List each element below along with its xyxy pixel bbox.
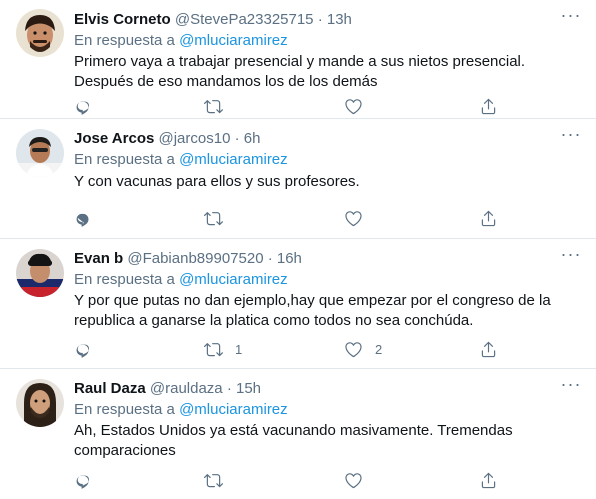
mention-link[interactable]: @mluciaramirez xyxy=(179,271,288,288)
tweet[interactable]: Elvis Corneto @StevePa23325715 · 13h ···… xyxy=(0,0,596,119)
replying-to-label: En respuesta a xyxy=(74,151,175,168)
like-button[interactable] xyxy=(344,208,375,228)
timestamp[interactable]: 6h xyxy=(244,130,261,147)
display-name[interactable]: Raul Daza xyxy=(74,380,146,397)
more-options-icon[interactable]: ··· xyxy=(560,375,582,399)
mention-link[interactable]: @mluciaramirez xyxy=(179,32,288,49)
avatar[interactable] xyxy=(16,9,64,57)
user-handle[interactable]: @jarcos10 xyxy=(159,130,231,147)
more-options-icon[interactable]: ··· xyxy=(560,125,582,149)
share-button[interactable] xyxy=(479,208,498,228)
share-icon xyxy=(481,341,496,357)
replying-to: En respuesta a @mluciaramirez xyxy=(74,270,288,290)
like-count: 2 xyxy=(375,341,383,357)
retweet-icon xyxy=(204,342,223,356)
reply-button[interactable] xyxy=(74,208,93,228)
replying-to: En respuesta a @mluciaramirez xyxy=(74,150,288,170)
tweet-text: Y con vacunas para ellos y sus profesore… xyxy=(74,173,360,190)
tweet-header: Evan b @Fabianb89907520 · 16h xyxy=(74,249,556,269)
display-name[interactable]: Elvis Corneto xyxy=(74,11,171,28)
timestamp[interactable]: 16h xyxy=(277,250,302,267)
more-options-icon[interactable]: ··· xyxy=(560,245,582,269)
retweet-icon xyxy=(204,473,223,487)
retweet-button[interactable] xyxy=(204,96,235,116)
heart-icon xyxy=(345,472,362,488)
replying-to: En respuesta a @mluciaramirez xyxy=(74,400,288,420)
tweet-actions xyxy=(74,208,504,228)
share-button[interactable] xyxy=(479,339,498,359)
replying-to-label: En respuesta a xyxy=(74,32,175,49)
user-handle[interactable]: @rauldaza xyxy=(150,380,223,397)
tweet-text: Primero vaya a trabajar presencial y man… xyxy=(74,53,526,90)
tweet[interactable]: Evan b @Fabianb89907520 · 16h ··· En res… xyxy=(0,239,596,369)
separator-dot: · xyxy=(234,130,240,147)
more-options-icon[interactable]: ··· xyxy=(560,6,582,30)
share-icon xyxy=(481,98,496,114)
reply-button[interactable] xyxy=(74,339,93,359)
like-button[interactable] xyxy=(344,96,375,116)
tweet[interactable]: Raul Daza @rauldaza · 15h ··· En respues… xyxy=(0,369,596,499)
reply-button[interactable] xyxy=(74,470,93,490)
timestamp[interactable]: 13h xyxy=(327,11,352,28)
tweet-text: Ah, Estados Unidos ya está vacunando mas… xyxy=(74,422,513,459)
retweet-button[interactable] xyxy=(204,470,235,490)
tweet-header: Jose Arcos @jarcos10 · 6h xyxy=(74,129,556,149)
share-button[interactable] xyxy=(479,470,498,490)
tweet[interactable]: Jose Arcos @jarcos10 · 6h ··· En respues… xyxy=(0,119,596,239)
separator-dot: · xyxy=(226,380,232,397)
tweet-header: Elvis Corneto @StevePa23325715 · 13h xyxy=(74,10,556,30)
retweet-count: 1 xyxy=(235,341,243,357)
separator-dot: · xyxy=(267,250,273,267)
retweet-button[interactable] xyxy=(204,208,235,228)
reply-button[interactable] xyxy=(74,96,93,116)
heart-icon xyxy=(345,210,362,226)
replying-to: En respuesta a @mluciaramirez xyxy=(74,31,288,51)
tweet-actions xyxy=(74,96,504,116)
separator-dot: · xyxy=(317,11,323,28)
tweet-header: Raul Daza @rauldaza · 15h xyxy=(74,379,556,399)
like-button[interactable]: 2 xyxy=(344,339,382,359)
avatar[interactable] xyxy=(16,379,64,427)
reply-icon xyxy=(76,101,90,115)
replying-to-label: En respuesta a xyxy=(74,401,175,418)
reply-icon xyxy=(76,475,90,489)
replying-to-label: En respuesta a xyxy=(74,271,175,288)
user-handle[interactable]: @Fabianb89907520 xyxy=(127,250,263,267)
share-icon xyxy=(481,210,496,226)
share-icon xyxy=(481,472,496,488)
avatar[interactable] xyxy=(16,129,64,177)
display-name[interactable]: Evan b xyxy=(74,250,123,267)
share-button[interactable] xyxy=(479,96,498,116)
retweet-icon xyxy=(204,99,223,113)
avatar[interactable] xyxy=(16,249,64,297)
like-button[interactable] xyxy=(344,470,375,490)
tweet-actions xyxy=(74,470,504,490)
user-handle[interactable]: @StevePa23325715 xyxy=(175,11,314,28)
mention-link[interactable]: @mluciaramirez xyxy=(179,151,288,168)
heart-icon xyxy=(345,341,362,357)
retweet-button[interactable]: 1 xyxy=(204,339,242,359)
timestamp[interactable]: 15h xyxy=(236,380,261,397)
retweet-icon xyxy=(204,211,223,225)
display-name[interactable]: Jose Arcos xyxy=(74,130,154,147)
reply-icon xyxy=(76,213,89,227)
reply-icon xyxy=(76,344,90,358)
mention-link[interactable]: @mluciaramirez xyxy=(179,401,288,418)
heart-icon xyxy=(345,98,362,114)
tweet-text: Y por que putas no dan ejemplo,hay que e… xyxy=(74,292,551,329)
tweet-actions: 1 2 xyxy=(74,339,504,359)
